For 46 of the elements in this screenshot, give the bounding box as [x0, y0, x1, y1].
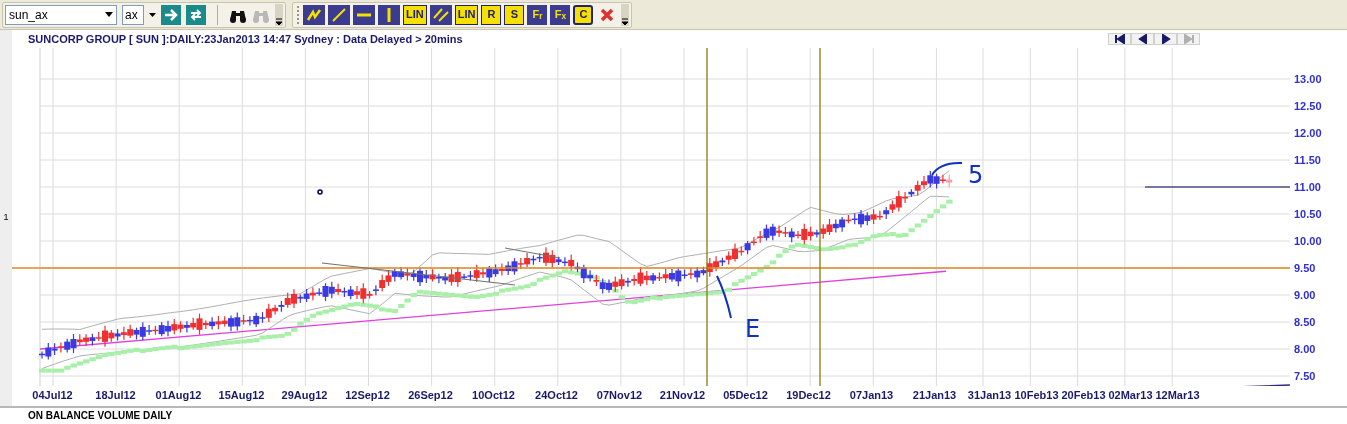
drawing-tool[interactable]: LIN — [403, 4, 427, 25]
date-label: 10Feb13 — [1014, 387, 1059, 403]
date-label: 10Oct12 — [472, 387, 515, 403]
date-label: 24Oct12 — [535, 387, 578, 403]
price-label: 10.50 — [1294, 207, 1322, 223]
price-label: 9.50 — [1294, 261, 1316, 277]
drawing-tool[interactable]: C — [573, 4, 594, 25]
price-label: 11.00 — [1294, 180, 1321, 196]
date-label: 07Nov12 — [596, 387, 643, 403]
price-label: 12.50 — [1294, 99, 1322, 115]
date-label: 21Nov12 — [659, 387, 706, 403]
price-label: 11.50 — [1294, 153, 1321, 169]
drawing-tool[interactable]: LIN — [454, 4, 479, 25]
price-label: 13.00 — [1294, 72, 1322, 88]
drawing-tool[interactable]: S — [504, 4, 525, 25]
drawing-tool[interactable]: R — [481, 4, 502, 25]
date-label: 05Dec12 — [723, 387, 768, 403]
date-label: 12Sep12 — [345, 387, 390, 403]
symbol-dropdown[interactable]: sun_ax — [5, 4, 117, 25]
drawing-tool[interactable]: F$_{x}$ — [550, 4, 571, 25]
date-label: 29Aug12 — [281, 387, 328, 403]
handwritten-note: E — [745, 315, 761, 343]
date-label: 21Jan13 — [912, 387, 957, 403]
price-label: 8.00 — [1294, 342, 1316, 358]
chart-title: SUNCORP GROUP [ SUN ]:DAILY:23Jan2013 14:47 Sydney : Data Delayed > 20mins — [28, 31, 463, 47]
pane-label: 1 — [3, 211, 9, 225]
date-label: 04Jul12 — [32, 387, 73, 403]
date-label: 26Sep12 — [408, 387, 453, 403]
date-label: 15Aug12 — [218, 387, 265, 403]
pane-title: ON BALANCE VOLUME DAILY — [28, 411, 173, 421]
price-label: 7.50 — [1294, 369, 1316, 385]
date-label: 12Mar13 — [1155, 387, 1200, 403]
price-label: 12.00 — [1294, 126, 1322, 142]
handwritten-note: 5 — [968, 161, 984, 189]
date-label: 07Jan13 — [849, 387, 894, 403]
date-label: 02Mar13 — [1108, 387, 1153, 403]
date-label: 18Jul12 — [95, 387, 136, 403]
price-label: 8.50 — [1294, 315, 1316, 331]
date-label: 19Dec12 — [786, 387, 831, 403]
exchange-field[interactable]: ax — [122, 4, 144, 25]
price-label: 9.00 — [1294, 288, 1316, 304]
drawing-tool[interactable]: F$_{r}$ — [527, 4, 548, 25]
date-label: 31Jan13 — [967, 387, 1012, 403]
date-label: 20Feb13 — [1061, 387, 1106, 403]
date-label: 01Aug12 — [155, 387, 202, 403]
price-label: 10.00 — [1294, 234, 1322, 250]
